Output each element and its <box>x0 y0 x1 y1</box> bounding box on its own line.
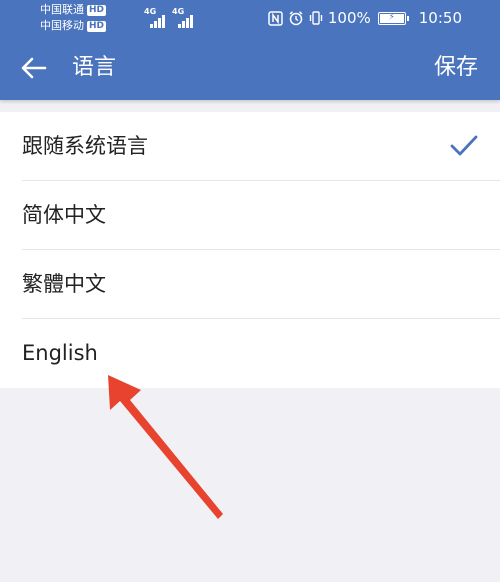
app-bar: 语言 保存 <box>0 36 500 100</box>
status-icons: 100% ⚡ 10:50 <box>268 0 462 36</box>
language-list: 跟随系统语言 简体中文 繁體中文 English <box>0 112 500 388</box>
language-option-simplified-chinese[interactable]: 简体中文 <box>0 181 500 250</box>
nfc-icon <box>268 10 283 26</box>
carrier-info: 中国联通 HD 中国移动 HD 4G 4G <box>40 2 193 34</box>
battery-percent: 100% <box>327 9 371 27</box>
carrier-name-1: 中国联通 <box>40 3 84 16</box>
status-bar: 中国联通 HD 中国移动 HD 4G 4G 100% ⚡ 10:50 <box>0 0 500 36</box>
battery-icon: ⚡ <box>377 11 409 25</box>
language-option-label: English <box>22 341 98 365</box>
clock: 10:50 <box>418 9 462 27</box>
carrier-line-1: 中国联通 HD <box>40 2 107 18</box>
hd-badge-1: HD <box>87 4 107 16</box>
alarm-icon <box>288 10 304 26</box>
carrier-name-2: 中国移动 <box>40 19 84 32</box>
language-settings-screen: 中国联通 HD 中国移动 HD 4G 4G 100% ⚡ 10:50 语言 保存… <box>0 0 500 582</box>
language-option-traditional-chinese[interactable]: 繁體中文 <box>0 250 500 319</box>
language-option-label: 繁體中文 <box>22 272 106 296</box>
hd-badge-2: HD <box>87 20 107 32</box>
language-option-label: 简体中文 <box>22 203 106 227</box>
signal-strength-icon: 4G <box>144 8 166 28</box>
vibrate-icon <box>309 10 323 26</box>
page-title: 语言 <box>72 55 117 80</box>
language-option-follow-system[interactable]: 跟随系统语言 <box>0 112 500 181</box>
annotation-arrow-shape <box>108 375 223 519</box>
carrier-line-2: 中国移动 HD <box>40 18 107 34</box>
back-arrow-icon <box>21 57 47 79</box>
save-button[interactable]: 保存 <box>434 36 478 100</box>
signal-indicators: 4G 4G <box>144 8 200 28</box>
language-option-label: 跟随系统语言 <box>22 134 148 158</box>
charging-bolt-icon: ⚡ <box>388 12 395 23</box>
back-button[interactable] <box>14 48 54 88</box>
language-option-english[interactable]: English <box>0 319 500 388</box>
signal-strength-icon: 4G <box>172 8 194 28</box>
checkmark-icon <box>450 135 478 156</box>
